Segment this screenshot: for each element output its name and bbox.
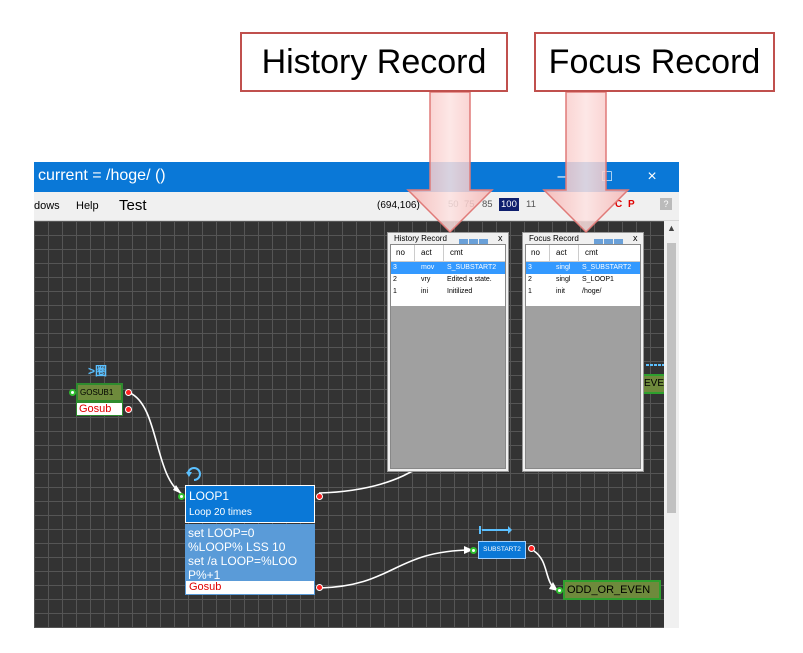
history-record-callout: History Record <box>240 32 508 92</box>
focus-record-callout: Focus Record <box>534 32 775 92</box>
focus-callout-arrow <box>542 91 630 234</box>
focus-callout-label: Focus Record <box>548 43 761 81</box>
history-callout-label: History Record <box>261 43 487 81</box>
history-callout-arrow <box>406 91 494 234</box>
callout-arrows <box>406 91 630 234</box>
